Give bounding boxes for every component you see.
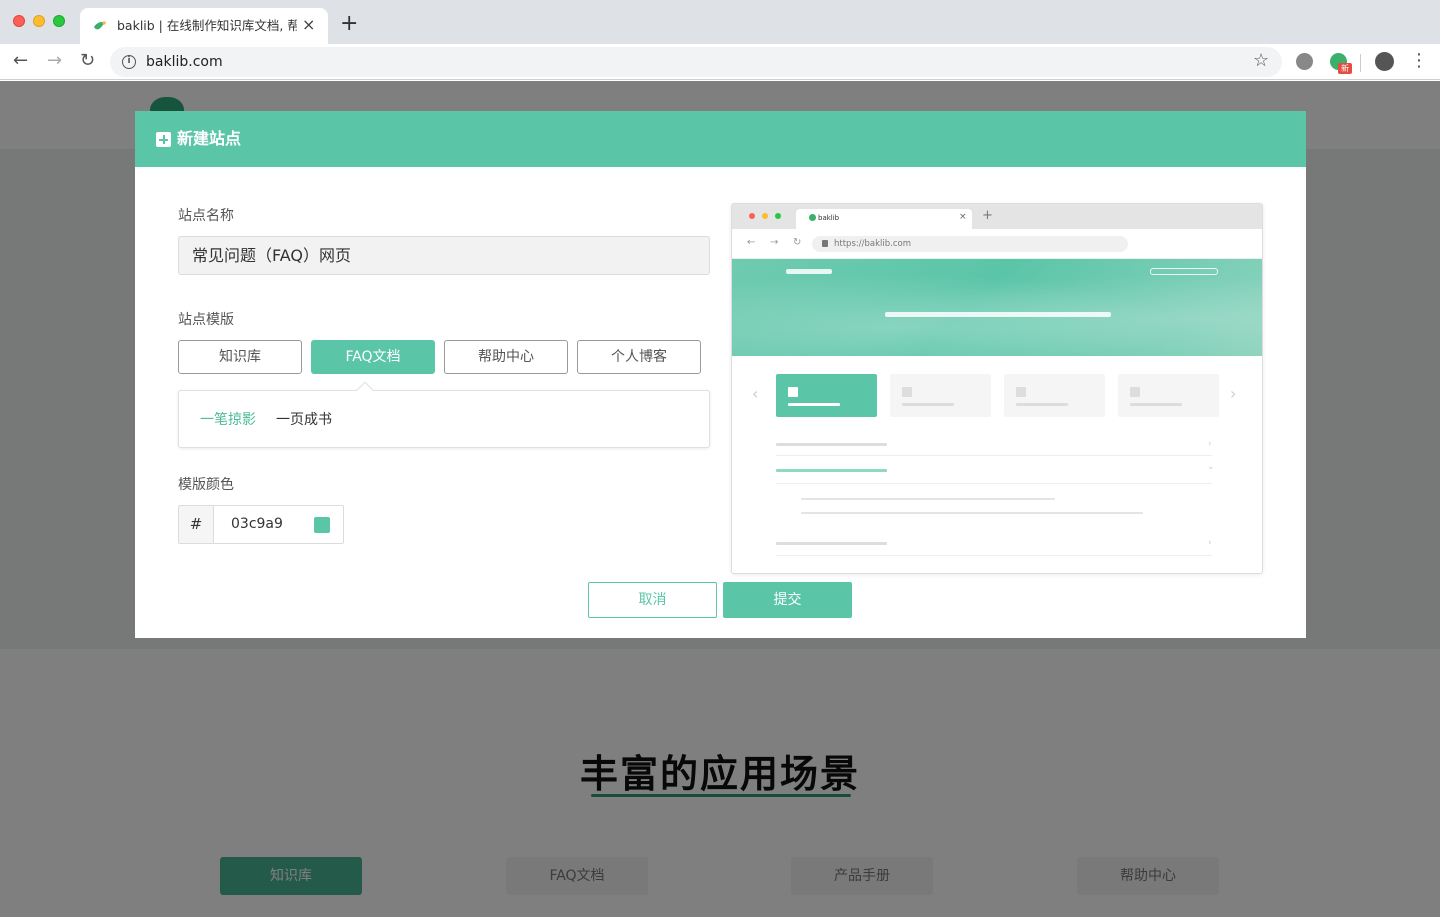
preview-card-icon — [902, 387, 912, 397]
extension-badge: 新 — [1338, 63, 1352, 74]
sub-panel-pointer — [356, 381, 374, 399]
preview-logo-bar — [786, 269, 832, 274]
color-swatch[interactable] — [314, 517, 330, 533]
sub-template-option[interactable]: 一页成书 — [276, 411, 332, 429]
url-text[interactable]: baklib.com — [146, 53, 223, 71]
preview-next-arrow: › — [1230, 384, 1237, 403]
preview-hero — [732, 259, 1262, 356]
new-tab-icon[interactable]: + — [340, 12, 358, 36]
preview-forward-icon: → — [770, 237, 779, 248]
preview-card — [1118, 374, 1219, 417]
sub-template-panel: 一笔掠影 一页成书 — [178, 381, 710, 448]
profile-avatar-icon[interactable] — [1375, 52, 1394, 71]
color-value[interactable]: 03c9a9 — [231, 506, 283, 543]
preview-chevron-down-icon: ⌄ — [1207, 462, 1215, 472]
maximize-window-icon[interactable] — [53, 15, 65, 27]
preview-reload-icon: ↻ — [793, 237, 802, 248]
forward-icon[interactable]: → — [47, 49, 62, 73]
preview-url: https://baklib.com — [834, 239, 911, 249]
site-name-label: 站点名称 — [178, 208, 234, 224]
preview-new-tab-icon: + — [982, 208, 993, 223]
preview-chevron-right-icon: › — [1208, 439, 1212, 449]
preview-card-line — [1016, 403, 1068, 406]
preview-prev-arrow: ‹ — [752, 384, 759, 403]
submit-button[interactable]: 提交 — [723, 582, 852, 618]
preview-card-line — [788, 403, 840, 406]
site-template-label: 站点模版 — [178, 312, 234, 328]
browser-tab[interactable]: baklib | 在线制作知识库文档, 帮助中心 × — [80, 8, 328, 44]
new-site-modal: 新建站点 站点名称 常见问题（FAQ）网页 站点模版 知识库 FAQ文档 帮助中… — [135, 111, 1306, 638]
toolbar-divider — [1360, 54, 1361, 72]
tab-title: baklib | 在线制作知识库文档, 帮助中心 — [117, 18, 297, 33]
plus-square-icon — [156, 132, 171, 147]
preview-tab-bar: baklib × + — [732, 204, 1262, 229]
preview-card-icon — [1130, 387, 1140, 397]
preview-toolbar: ← → ↻ https://baklib.com — [732, 229, 1262, 259]
baklib-bird-icon — [94, 21, 106, 30]
preview-bird-icon — [809, 214, 816, 221]
template-color-label: 模版颜色 — [178, 477, 234, 493]
preview-chevron-right-icon: › — [1208, 538, 1212, 548]
minimize-window-icon[interactable] — [33, 15, 45, 27]
browser-tab-bar: baklib | 在线制作知识库文档, 帮助中心 × + — [0, 0, 1440, 44]
modal-title: 新建站点 — [177, 129, 242, 148]
address-bar[interactable]: i baklib.com ☆ — [110, 47, 1282, 77]
color-input[interactable]: # 03c9a9 — [178, 505, 344, 544]
site-info-icon[interactable]: i — [122, 55, 136, 69]
preview-faq-line-active — [776, 469, 887, 472]
preview-card-active — [776, 374, 877, 417]
preview-card-icon — [788, 387, 798, 397]
close-window-icon[interactable] — [13, 15, 25, 27]
preview-faq-row-open: ⌄ — [776, 456, 1215, 484]
preview-answer-line — [801, 512, 1143, 514]
template-blog-button[interactable]: 个人博客 — [577, 340, 701, 374]
site-name-input[interactable]: 常见问题（FAQ）网页 — [178, 236, 710, 275]
preview-card-line — [1130, 403, 1182, 406]
extension-globe-icon[interactable] — [1296, 53, 1313, 70]
template-knowledge-base-button[interactable]: 知识库 — [178, 340, 302, 374]
preview-tab: baklib × — [796, 209, 972, 229]
preview-maximize-dot — [775, 213, 781, 219]
preview-back-icon: ← — [747, 237, 756, 248]
preview-close-dot — [749, 213, 755, 219]
preview-lock-icon — [822, 240, 828, 247]
preview-tab-close-icon: × — [959, 212, 967, 222]
template-faq-button[interactable]: FAQ文档 — [311, 340, 435, 374]
template-preview: baklib × + ← → ↻ https://baklib.com ‹ › … — [731, 203, 1263, 574]
color-hash-prefix: # — [179, 506, 214, 543]
bookmark-star-icon[interactable]: ☆ — [1253, 51, 1269, 71]
tab-close-icon[interactable]: × — [302, 16, 315, 34]
reload-icon[interactable]: ↻ — [80, 49, 95, 73]
preview-faq-line — [776, 542, 887, 545]
modal-header: 新建站点 — [135, 111, 1306, 167]
preview-search-bar — [885, 312, 1111, 317]
preview-faq-row: › — [776, 430, 1212, 456]
preview-faq-line — [776, 443, 887, 446]
browser-menu-icon[interactable]: ⋮ — [1410, 49, 1428, 73]
browser-toolbar: ← → ↻ i baklib.com ☆ 新 ⋮ — [0, 44, 1440, 80]
preview-address-bar: https://baklib.com — [812, 236, 1128, 252]
template-help-center-button[interactable]: 帮助中心 — [444, 340, 568, 374]
preview-card — [890, 374, 991, 417]
cancel-button[interactable]: 取消 — [588, 582, 717, 618]
preview-answer-line — [801, 498, 1055, 500]
preview-card-icon — [1016, 387, 1026, 397]
preview-card — [1004, 374, 1105, 417]
preview-card-line — [902, 403, 954, 406]
preview-minimize-dot — [762, 213, 768, 219]
back-icon[interactable]: ← — [13, 49, 28, 73]
preview-faq-row: › — [776, 528, 1212, 556]
sub-template-option-active[interactable]: 一笔掠影 — [200, 411, 256, 429]
preview-tab-title: baklib — [818, 214, 840, 222]
preview-nav-bar — [1150, 268, 1218, 275]
